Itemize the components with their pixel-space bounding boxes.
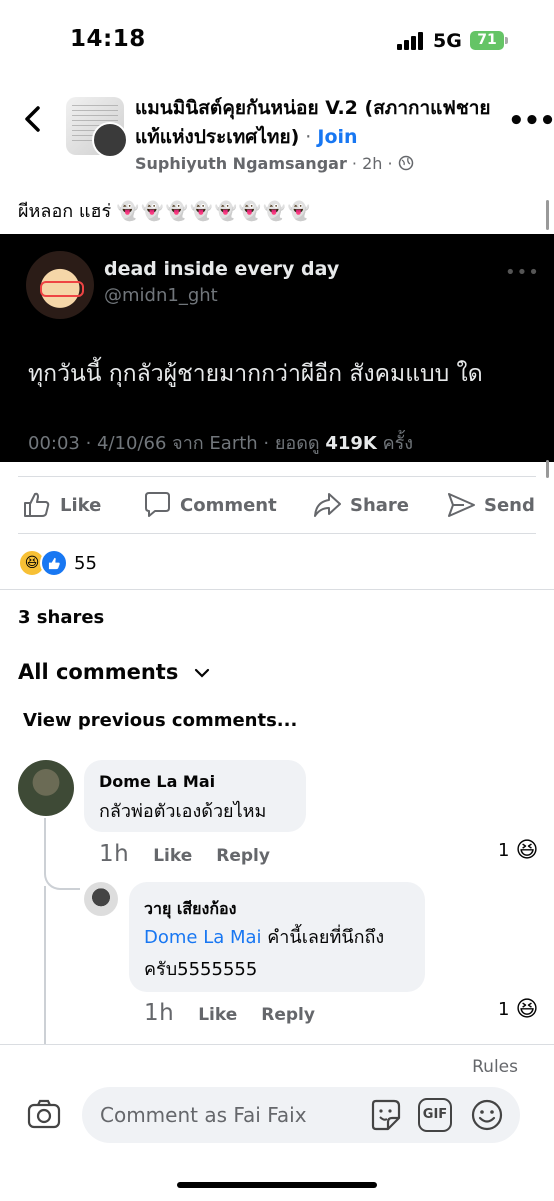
comment-input-placeholder: Comment as Fai Faix [100, 1103, 307, 1127]
reactions-summary[interactable]: 😆 55 [18, 549, 97, 577]
more-options-button[interactable]: ••• [508, 106, 554, 136]
poster-name[interactable]: Suphiyuth Ngamsangar [135, 154, 347, 173]
scroll-indicator-2 [546, 460, 549, 478]
comment-button[interactable]: Comment [142, 490, 277, 520]
post-time: · 2h · [346, 154, 398, 173]
commenter-avatar[interactable] [84, 882, 118, 916]
gif-icon[interactable]: GIF [418, 1098, 452, 1132]
tweet-meta-prefix: 00:03 · 4/10/66 จาก Earth · ยอดดู [28, 433, 326, 454]
network-type: 5G [433, 30, 462, 52]
battery-icon: 71 [470, 31, 504, 50]
status-time: 14:18 [70, 26, 146, 52]
caption-emoji: 👻👻👻👻👻👻👻👻 [116, 201, 313, 222]
scroll-indicator [546, 200, 549, 230]
like-icon [24, 492, 50, 517]
mention-link[interactable]: Dome La Mai [144, 927, 262, 948]
comment-label: Comment [180, 494, 277, 516]
caption-text: ผีหลอก แฮร่ [18, 201, 117, 222]
camera-icon[interactable] [26, 1096, 62, 1132]
comment-meta: 1h Like Reply [144, 1000, 339, 1026]
post-meta: Suphiyuth Ngamsangar · 2h · [135, 154, 414, 173]
post-caption: ผีหลอก แฮร่ 👻👻👻👻👻👻👻👻 [18, 196, 312, 225]
join-button[interactable]: Join [317, 126, 357, 148]
send-icon [448, 493, 475, 517]
divider [0, 589, 554, 590]
group-title: แมนมินิสต์คุยกันหน่อย V.2 (สภากาแฟชายแท้… [135, 94, 495, 152]
thread-line [44, 886, 46, 1046]
comment-reply-button[interactable]: Reply [216, 846, 270, 866]
send-button[interactable]: Send [446, 490, 535, 520]
battery-tip [505, 37, 508, 44]
tweet-display-name: dead inside every day [104, 258, 340, 280]
tweet-views: 419K [325, 433, 377, 454]
divider [18, 476, 536, 477]
comment-like-button[interactable]: Like [153, 846, 192, 866]
poster-avatar[interactable] [92, 122, 128, 158]
tweet-meta-suffix: ครั้ง [376, 433, 414, 454]
like-button[interactable]: Like [22, 490, 101, 520]
share-icon [314, 493, 341, 517]
tweet-handle: @midn1_ght [104, 285, 218, 306]
share-button[interactable]: Share [312, 490, 409, 520]
sticker-icon[interactable] [368, 1098, 402, 1132]
shares-count[interactable]: 3 shares [18, 607, 104, 628]
haha-reaction-icon: 😆 [515, 838, 539, 863]
comment-meta: 1h Like Reply [99, 841, 294, 867]
comment-icon [145, 492, 170, 517]
comment-filter-label: All comments [18, 660, 179, 684]
tweet-avatar [26, 251, 94, 319]
comment-text: Dome La Mai คำนี้เลยที่นึกถึง ครับ555555… [144, 922, 384, 986]
chevron-down-icon [186, 660, 210, 684]
tweet-more-icon: ••• [505, 262, 540, 283]
back-arrow-icon[interactable] [22, 104, 44, 138]
home-indicator [177, 1182, 377, 1188]
comment-filter-dropdown[interactable]: All comments [18, 660, 210, 684]
globe-icon [398, 154, 414, 173]
comment-text-line1: คำนี้เลยที่นึกถึง [261, 927, 385, 948]
reaction-count: 55 [74, 552, 97, 574]
thread-connector [44, 860, 80, 890]
comment-author[interactable]: วายุ เสียงก้อง [144, 897, 236, 922]
rules-link[interactable]: Rules [472, 1057, 518, 1077]
comment-reactions[interactable]: 1 😆 [498, 997, 538, 1022]
thread-line [44, 818, 46, 860]
title-separator: · [299, 126, 318, 148]
emoji-icon[interactable] [470, 1098, 504, 1132]
divider [18, 533, 536, 534]
comment-author[interactable]: Dome La Mai [99, 772, 215, 791]
like-label: Like [60, 494, 102, 516]
comment-time: 1h [99, 841, 130, 867]
comment-like-button[interactable]: Like [198, 1005, 237, 1025]
cellular-signal-icon [397, 32, 427, 50]
reaction-count: 1 [498, 840, 510, 861]
tweet-meta: 00:03 · 4/10/66 จาก Earth · ยอดดู 419K ค… [28, 428, 413, 457]
comment-text: กลัวพ่อตัวเองด้วยไหม [99, 801, 267, 822]
share-label: Share [350, 494, 410, 516]
comment-reply-button[interactable]: Reply [261, 1005, 315, 1025]
tweet-text: ทุกวันนี้ กุกลัวผู้ชายมากกว่าผีอีก สังคม… [28, 361, 483, 387]
like-reaction-icon [40, 549, 68, 577]
comment-reactions[interactable]: 1 😆 [498, 838, 538, 863]
comment-time: 1h [144, 1000, 175, 1026]
commenter-avatar[interactable] [18, 760, 74, 816]
haha-reaction-icon: 😆 [515, 997, 539, 1022]
view-previous-comments-link[interactable]: View previous comments... [23, 710, 297, 731]
reaction-count: 1 [498, 999, 510, 1020]
send-label: Send [484, 494, 535, 516]
comment-text-line2: ครับ5555555 [144, 959, 258, 980]
